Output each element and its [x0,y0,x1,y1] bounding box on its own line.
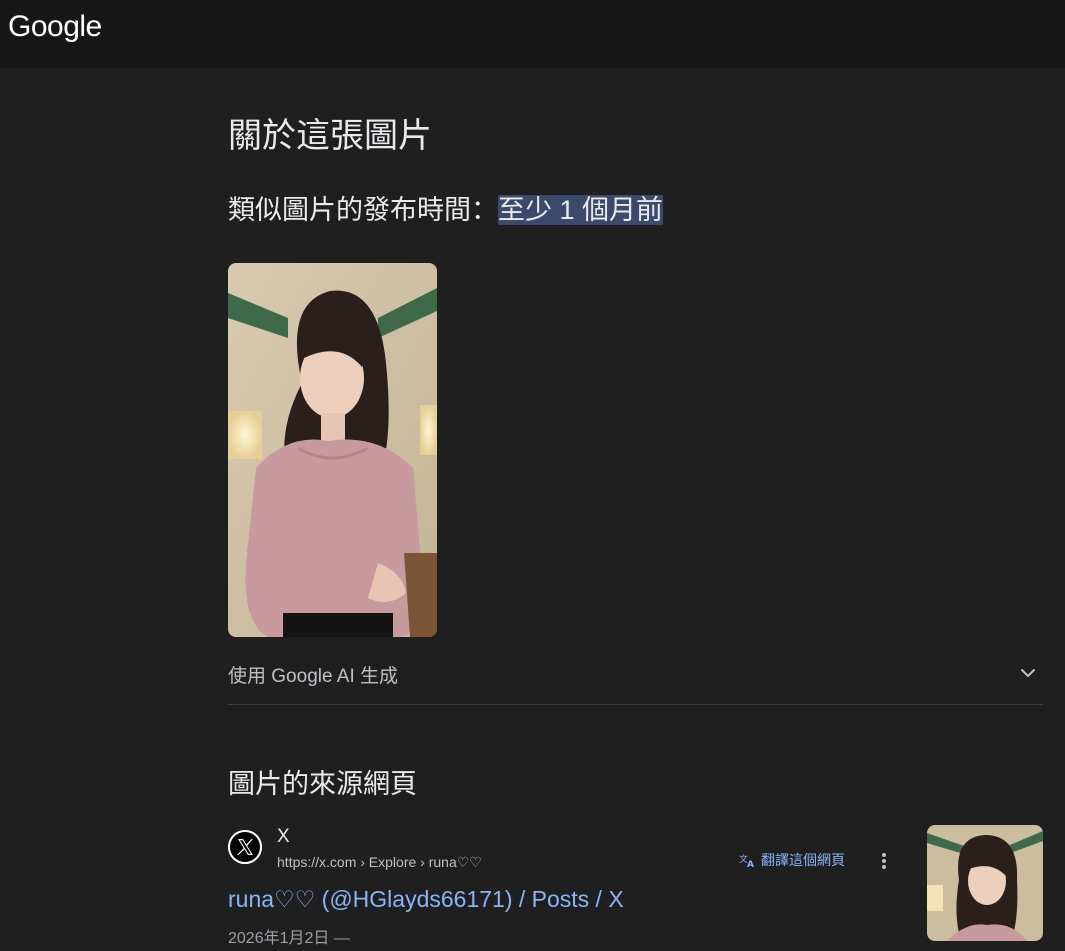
result-thumbnail[interactable] [927,825,1043,941]
main-image[interactable] [228,263,437,637]
portrait-photo [228,263,437,637]
published-value: 至少 1 個月前 [498,195,664,225]
translate-label: 翻譯這個網頁 [761,852,845,868]
page-title: 關於這張圖片 [228,117,432,155]
result-url[interactable]: https://x.com › Explore › runa♡♡ [277,854,482,871]
google-logo[interactable]: Google [8,10,102,44]
thumbnail-photo [927,825,1043,941]
chevron-down-icon[interactable] [1017,662,1039,684]
result-title-link[interactable]: runa♡♡ (@HGlayds66171) / Posts / X [228,886,624,913]
translate-page-button[interactable]: 文 A 翻譯這個網頁 [739,850,845,870]
result-site-name[interactable]: X [277,826,290,848]
x-logo-icon[interactable] [228,830,262,864]
published-time: 類似圖片的發布時間：至少 1 個月前 [228,188,664,227]
top-bar: Google [0,0,1065,68]
svg-text:A: A [747,860,754,868]
ai-generated-row[interactable]: 使用 Google AI 生成 [228,648,1043,705]
ai-generated-label: 使用 Google AI 生成 [228,666,399,687]
more-options-icon[interactable] [876,850,892,872]
sources-section-title: 圖片的來源網頁 [228,769,417,799]
translate-icon: 文 A [739,853,754,868]
published-label: 類似圖片的發布時間： [228,195,498,225]
result-date: 2026年1月2日 — [228,930,350,947]
